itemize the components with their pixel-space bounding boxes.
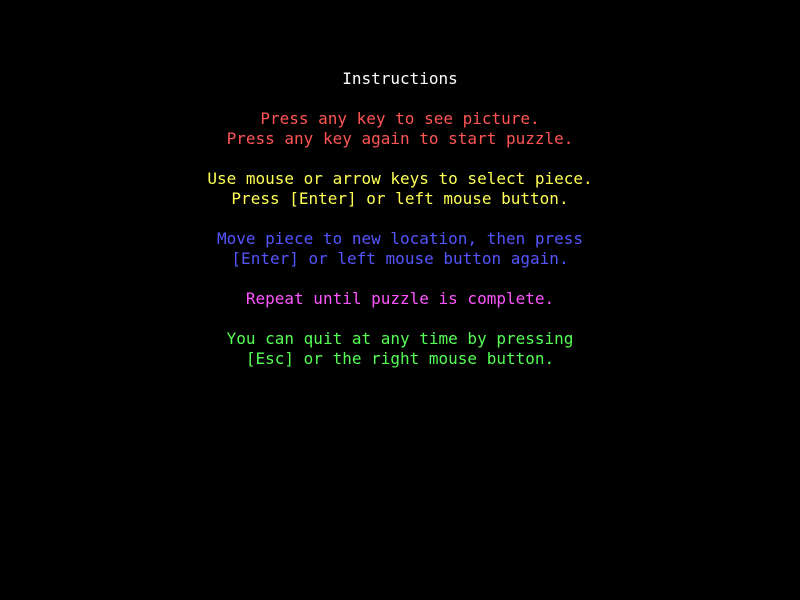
section-view-picture: Press any key to see picture. Press any …	[0, 109, 800, 149]
instructions-screen[interactable]: Instructions Press any key to see pictur…	[0, 0, 800, 600]
instruction-line: [Enter] or left mouse button again.	[231, 249, 569, 268]
section-select-piece: Use mouse or arrow keys to select piece.…	[0, 169, 800, 209]
section-repeat: Repeat until puzzle is complete.	[0, 289, 800, 309]
section-quit: You can quit at any time by pressing [Es…	[0, 329, 800, 369]
instruction-line: Repeat until puzzle is complete.	[245, 289, 555, 308]
instruction-line: Use mouse or arrow keys to select piece.	[207, 169, 593, 188]
instruction-line: Press any key again to start puzzle.	[226, 129, 574, 148]
instructions-title: Instructions	[342, 69, 458, 88]
instruction-line: Press [Enter] or left mouse button.	[231, 189, 569, 208]
instruction-line: Move piece to new location, then press	[216, 229, 584, 248]
instruction-line: You can quit at any time by pressing	[226, 329, 574, 348]
instruction-line: [Esc] or the right mouse button.	[245, 349, 555, 368]
section-move-piece: Move piece to new location, then press […	[0, 229, 800, 269]
instruction-line: Press any key to see picture.	[260, 109, 540, 128]
